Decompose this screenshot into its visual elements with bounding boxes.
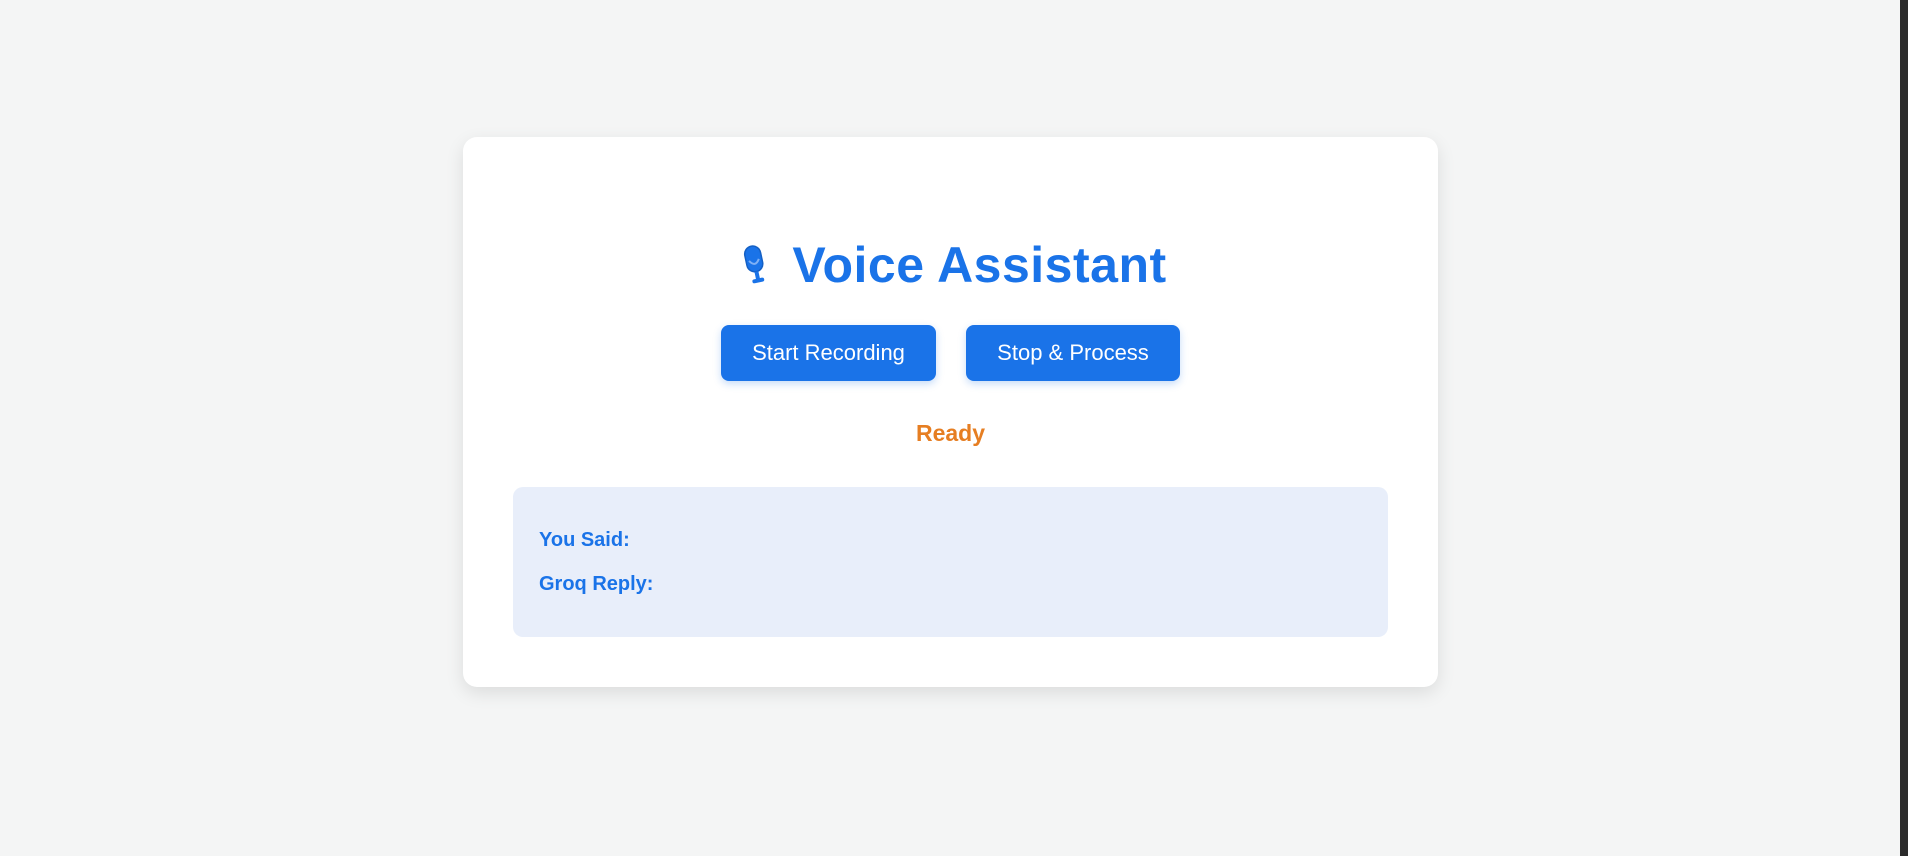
header: Voice Assistant: [463, 225, 1438, 305]
start-recording-button[interactable]: Start Recording: [721, 325, 936, 381]
microphone-icon: [744, 245, 765, 284]
control-buttons: Start Recording Stop & Process: [463, 325, 1438, 381]
groq-reply-label: Groq Reply:: [539, 573, 654, 595]
you-said-label: You Said:: [539, 529, 630, 551]
voice-assistant-card: Voice Assistant Start Recording Stop & P…: [463, 137, 1438, 687]
stop-process-button[interactable]: Stop & Process: [966, 325, 1180, 381]
status-text: Ready: [915, 420, 986, 446]
page-title: Voice Assistant: [792, 237, 1167, 293]
conversation-output: You Said: Groq Reply:: [513, 487, 1388, 637]
groq-reply-row: Groq Reply:: [539, 573, 1362, 596]
window-edge: [1900, 0, 1908, 856]
you-said-row: You Said:: [539, 529, 1362, 552]
